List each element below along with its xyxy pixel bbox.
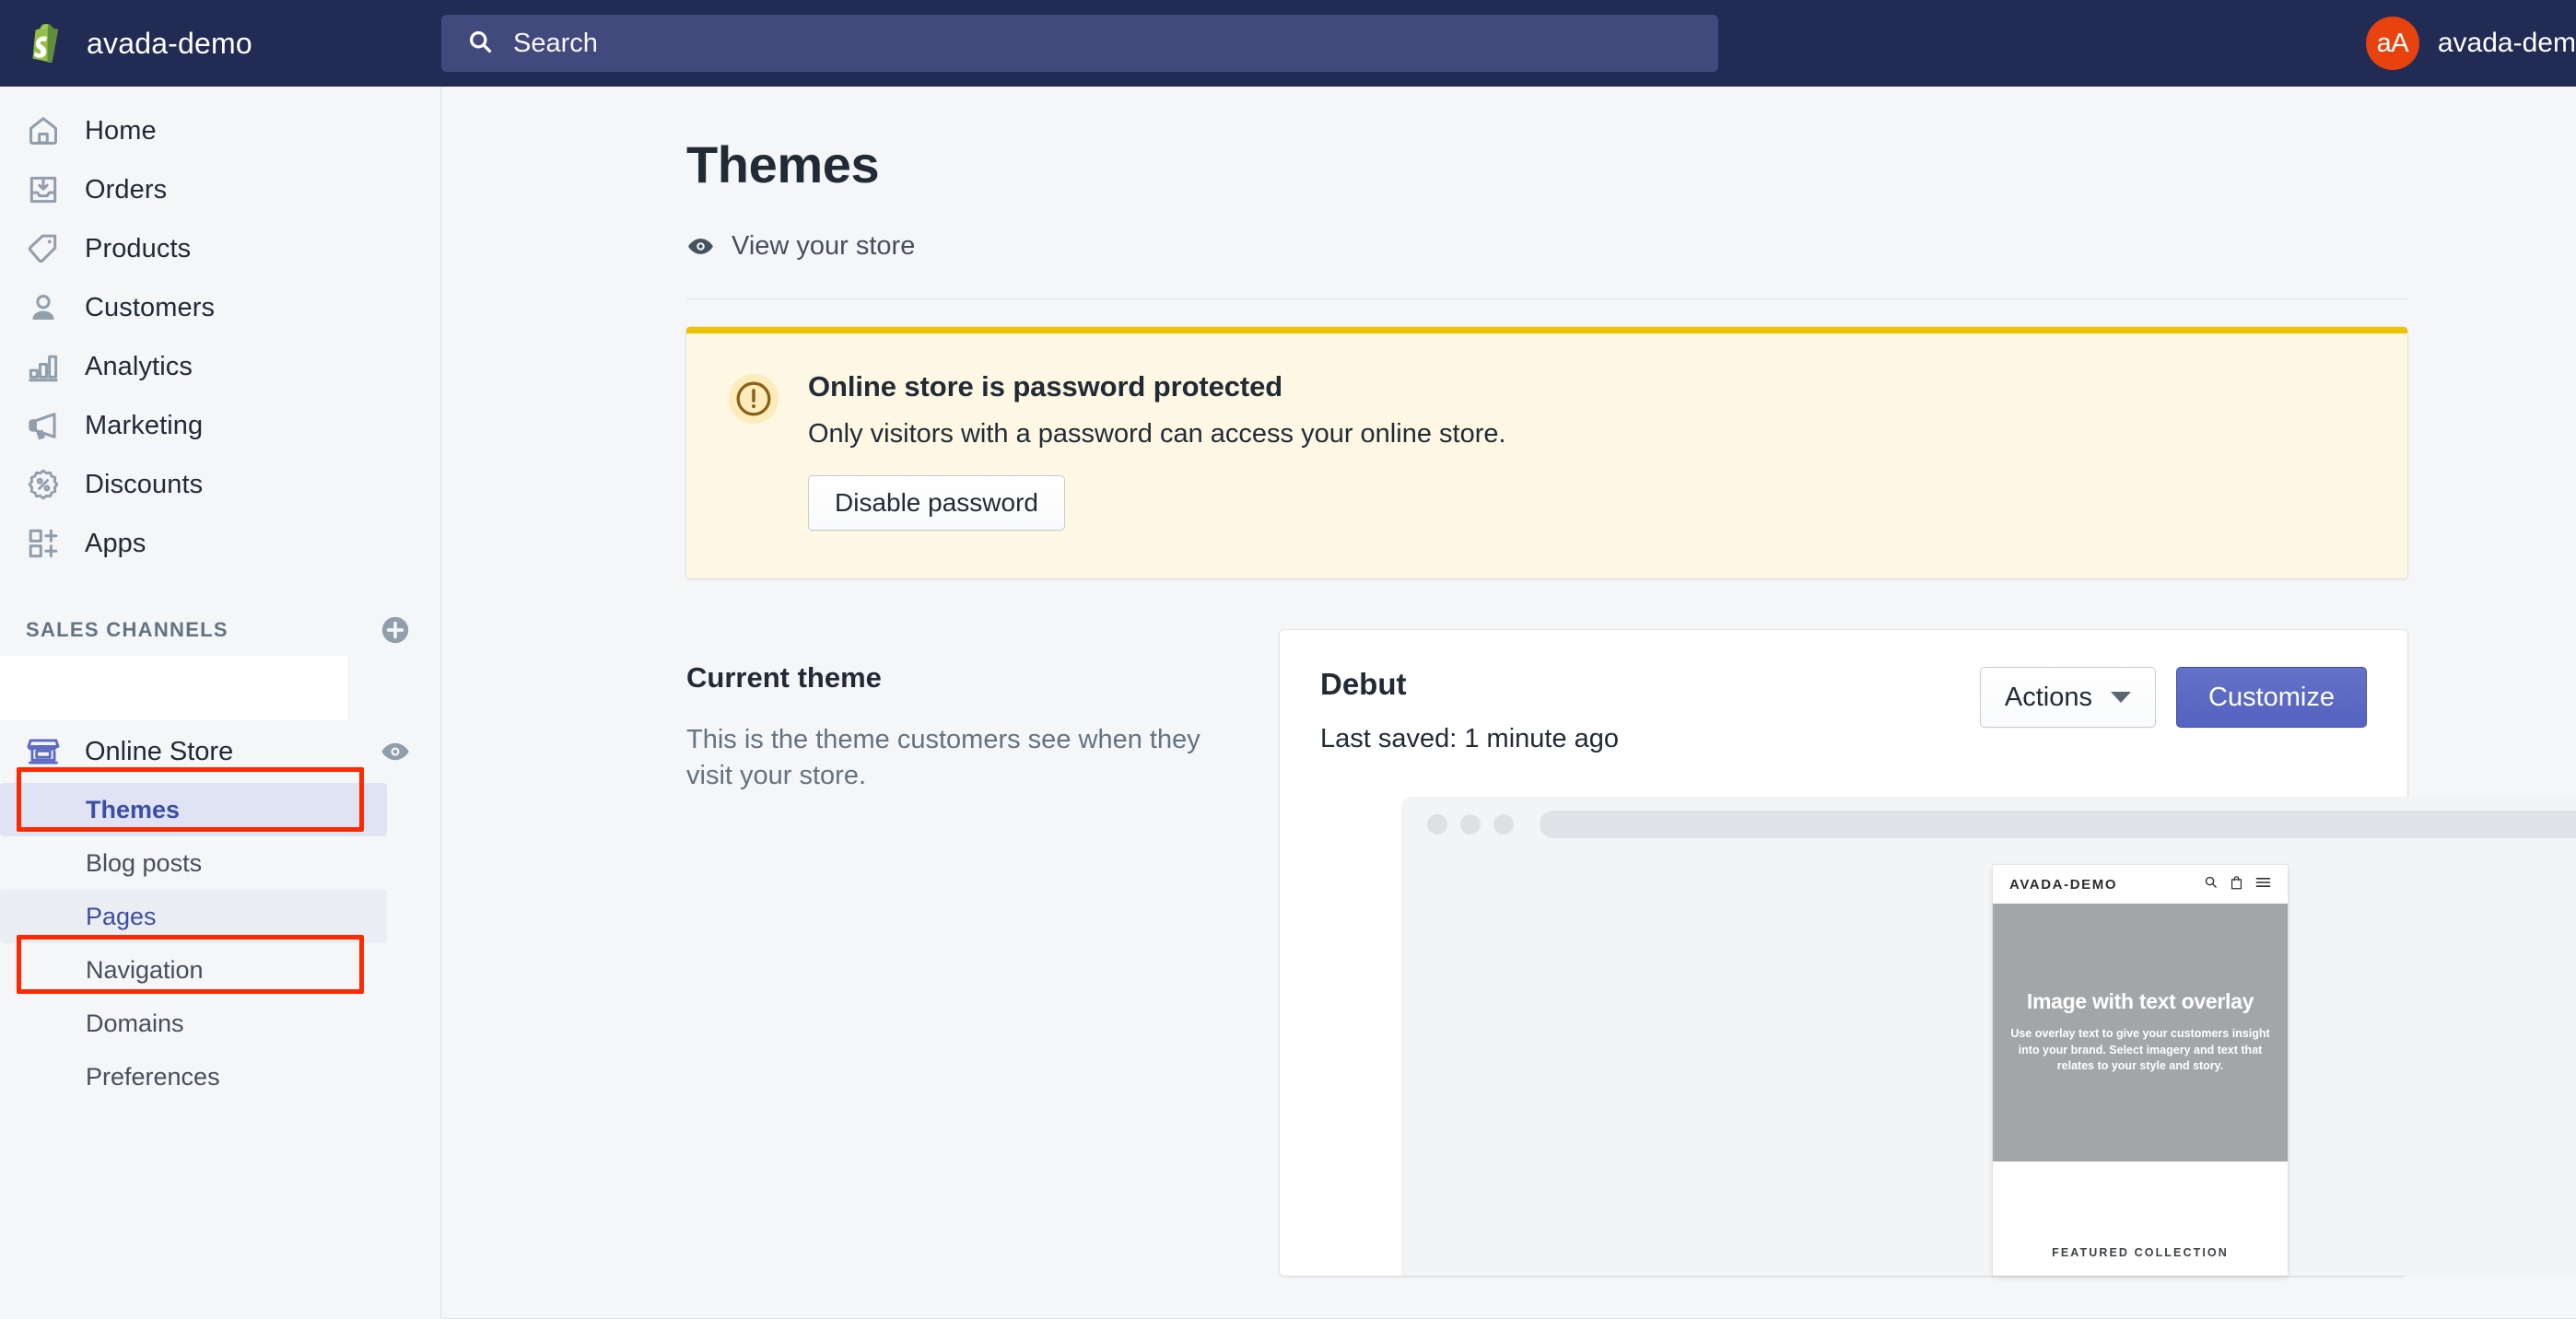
sidebar: Home Orders Products Customers Analytics… <box>0 87 441 1319</box>
online-store-row-highlight <box>0 656 347 720</box>
sidebar-item-themes[interactable]: Themes <box>0 783 387 836</box>
sidebar-item-products[interactable]: Products <box>0 219 440 278</box>
orders-inbox-icon <box>26 172 61 207</box>
eye-icon[interactable] <box>380 736 411 767</box>
sidebar-item-label: Home <box>85 115 157 146</box>
sidebar-item-label: Navigation <box>86 955 204 984</box>
marketing-megaphone-icon <box>26 408 61 443</box>
sidebar-item-label: Domains <box>86 1009 184 1037</box>
sidebar-item-discounts[interactable]: Discounts <box>0 455 440 514</box>
storefront-featured-collection: FEATURED COLLECTION <box>1993 1161 2288 1276</box>
sidebar-item-domains[interactable]: Domains <box>0 997 387 1050</box>
sidebar-item-blog-posts[interactable]: Blog posts <box>0 836 387 890</box>
top-bar: avada-demo Search aA avada-demo Ad <box>0 0 2576 87</box>
search-placeholder: Search <box>513 28 598 58</box>
shopify-bag-icon <box>28 21 66 65</box>
products-tag-icon <box>26 231 61 266</box>
eye-icon <box>686 232 715 261</box>
sidebar-item-label: Pages <box>86 902 157 930</box>
divider <box>686 298 2407 299</box>
mobile-preview-mock: AVADA-DEMO Image with text overlay Use o… <box>1993 865 2288 1276</box>
shopping-bag-icon <box>2230 875 2243 894</box>
search-input[interactable]: Search <box>441 15 1718 72</box>
customers-person-icon <box>26 290 61 325</box>
store-name: avada-demo <box>87 26 252 60</box>
storefront-logo: AVADA-DEMO <box>2009 876 2118 893</box>
password-protected-banner: Online store is password protected Only … <box>686 327 2407 578</box>
desktop-preview-mock <box>1401 797 2576 1276</box>
sidebar-item-navigation[interactable]: Navigation <box>0 943 387 997</box>
sidebar-item-label: Preferences <box>86 1062 220 1091</box>
storefront-header: AVADA-DEMO <box>1993 865 2288 904</box>
theme-name: Debut <box>1320 667 1407 701</box>
disable-password-button[interactable]: Disable password <box>808 475 1065 531</box>
apps-grid-plus-icon <box>26 526 61 561</box>
user-menu[interactable]: aA avada-demo Ad <box>1718 0 2576 87</box>
sales-channels-header: SALES CHANNELS <box>0 604 440 656</box>
sidebar-item-label: Orders <box>85 174 168 204</box>
hero-title: Image with text overlay <box>2026 989 2254 1013</box>
section-description: This is the theme customers see when the… <box>686 725 1200 791</box>
featured-collection-label: FEATURED COLLECTION <box>2052 1246 2229 1259</box>
sidebar-item-customers[interactable]: Customers <box>0 278 440 337</box>
traffic-light-dot <box>1493 814 1514 835</box>
sidebar-item-orders[interactable]: Orders <box>0 160 440 219</box>
sidebar-item-online-store[interactable]: Online Store <box>0 720 440 783</box>
sidebar-item-label: Discounts <box>85 469 204 499</box>
sidebar-item-home[interactable]: Home <box>0 101 440 160</box>
theme-preview: AVADA-DEMO Image with text overlay Use o… <box>1320 797 2576 1276</box>
browser-chrome-mock <box>1401 797 2576 852</box>
theme-last-saved: Last saved: 1 minute ago <box>1320 724 1620 753</box>
analytics-bar-chart-icon <box>26 349 61 384</box>
current-theme-aside: Current theme This is the theme customer… <box>686 630 1239 1276</box>
chevron-down-icon <box>2111 692 2131 703</box>
main-content: Themes View your store Online store is p… <box>442 87 2576 1319</box>
traffic-light-dot <box>1427 814 1447 835</box>
sidebar-item-label: Blog posts <box>86 848 203 877</box>
traffic-light-dot <box>1460 814 1481 835</box>
current-theme-card: Debut Last saved: 1 minute ago Actions C… <box>1280 630 2576 1276</box>
page-title: Themes <box>686 135 880 193</box>
online-store-icon <box>26 734 61 769</box>
actions-button[interactable]: Actions <box>1979 667 2156 728</box>
discounts-badge-icon <box>26 467 61 502</box>
sales-channels-title: SALES CHANNELS <box>26 618 228 641</box>
sidebar-item-label: Marketing <box>85 410 204 440</box>
sidebar-item-marketing[interactable]: Marketing <box>0 396 440 455</box>
sidebar-item-label: Customers <box>85 292 216 322</box>
section-heading: Current theme <box>686 661 882 694</box>
avatar: aA <box>2365 17 2419 70</box>
banner-title: Online store is password protected <box>808 370 1283 403</box>
home-icon <box>26 113 61 148</box>
actions-button-label: Actions <box>2004 682 2092 712</box>
banner-body: Only visitors with a password can access… <box>808 419 1506 449</box>
sidebar-item-pages[interactable]: Pages <box>0 890 387 943</box>
hamburger-menu-icon <box>2255 876 2271 893</box>
url-bar-mock <box>1540 811 2576 838</box>
sidebar-item-label: Analytics <box>85 351 193 381</box>
user-name: avada-demo Ad <box>2437 28 2576 58</box>
sidebar-item-apps[interactable]: Apps <box>0 514 440 573</box>
sidebar-item-label: Themes <box>86 795 181 823</box>
plus-circle-icon[interactable] <box>380 614 411 646</box>
view-your-store-link[interactable]: View your store <box>686 231 915 262</box>
sidebar-item-analytics[interactable]: Analytics <box>0 337 440 396</box>
search-icon <box>2204 875 2218 893</box>
current-theme-section: Current theme This is the theme customer… <box>686 630 2576 1276</box>
view-your-store-label: View your store <box>732 231 916 261</box>
search-icon <box>467 29 493 59</box>
alert-circle-icon <box>729 374 779 424</box>
sidebar-item-label: Online Store <box>85 736 234 766</box>
brand-home-link[interactable]: avada-demo <box>0 0 441 87</box>
sidebar-item-label: Apps <box>85 528 146 558</box>
customize-button[interactable]: Customize <box>2176 667 2367 728</box>
hero-body: Use overlay text to give your customers … <box>2010 1026 2270 1073</box>
sidebar-item-preferences[interactable]: Preferences <box>0 1050 387 1103</box>
storefront-hero: Image with text overlay Use overlay text… <box>1993 904 2288 1161</box>
sidebar-item-label: Products <box>85 233 192 263</box>
